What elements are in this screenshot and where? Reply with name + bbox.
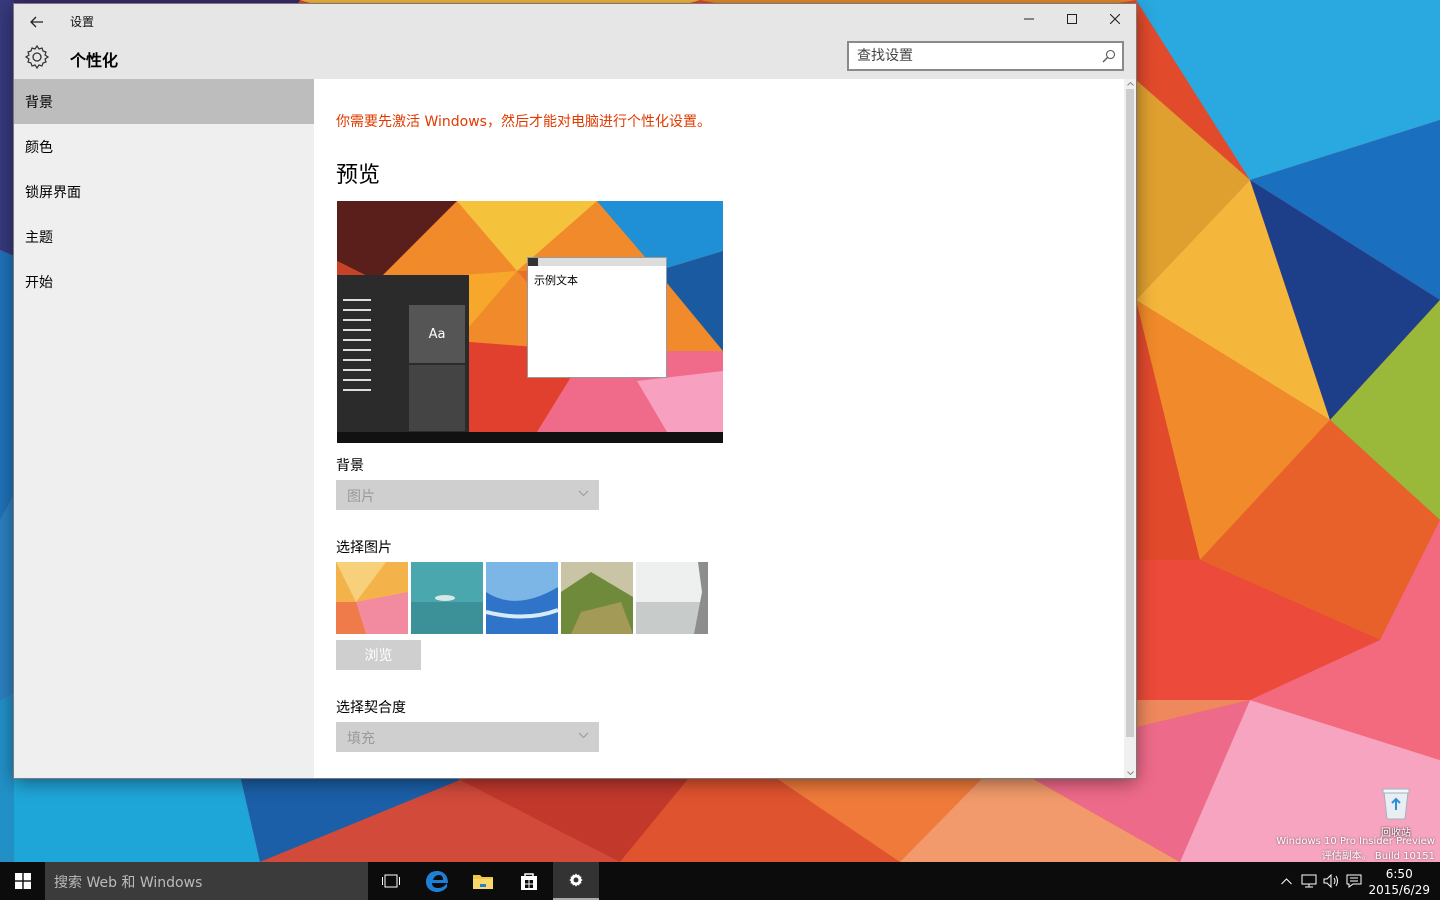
watermark-edition: Windows 10 Pro Insider Preview [1276, 836, 1435, 847]
settings-taskbar-button[interactable] [553, 862, 599, 900]
build-watermark: Windows 10 Pro Insider Preview 评估副本。 Bui… [1276, 834, 1435, 864]
network-button[interactable] [1298, 862, 1320, 900]
sidebar-item-themes[interactable]: 主题 [14, 214, 314, 259]
search-icon[interactable] [1102, 49, 1116, 63]
picture-thumbnail[interactable] [411, 562, 483, 634]
recycle-bin[interactable]: 回收站 [1376, 786, 1416, 839]
action-center-button[interactable] [1343, 862, 1365, 900]
sidebar-item-background[interactable]: 背景 [14, 79, 314, 124]
sidebar-item-label: 背景 [25, 94, 53, 111]
picture-thumbnail[interactable] [636, 562, 708, 634]
sidebar-item-start[interactable]: 开始 [14, 259, 314, 304]
content-pane: 你需要先激活 Windows，然后才能对电脑进行个性化设置。 预览 Aa 示例文… [314, 79, 1136, 778]
preview-image: Aa 示例文本 [337, 201, 723, 443]
file-explorer-icon [473, 875, 493, 889]
sidebar-item-colors[interactable]: 颜色 [14, 124, 314, 169]
taskbar: 搜索 Web 和 Windows 6:50 2015/6/29 [0, 862, 1440, 900]
windows-logo-icon [14, 873, 31, 889]
back-button[interactable] [22, 8, 52, 36]
minimize-icon [1023, 18, 1034, 20]
scroll-up-button[interactable] [1124, 79, 1136, 89]
browse-button[interactable]: 浏览 [336, 640, 421, 670]
maximize-icon [1066, 14, 1077, 24]
preview-heading: 预览 [336, 163, 381, 188]
settings-icon [569, 873, 583, 887]
sidebar-item-label: 锁屏界面 [25, 184, 81, 201]
back-arrow-icon [30, 16, 43, 28]
window-title: 设置 [70, 15, 95, 29]
title-bar: 设置 个性化 [14, 4, 1136, 79]
sidebar: 背景 颜色 锁屏界面 主题 开始 [14, 79, 314, 778]
picture-thumbnails [336, 562, 711, 634]
action-center-icon [1346, 874, 1362, 888]
file-explorer-button[interactable] [460, 862, 506, 900]
show-hidden-icons-button[interactable] [1276, 862, 1296, 900]
picture-thumbnail[interactable] [486, 562, 558, 634]
minimize-button[interactable] [1007, 4, 1050, 34]
volume-icon [1323, 874, 1338, 888]
preview-taskbar [337, 432, 723, 443]
edge-icon [426, 871, 448, 892]
clock-date: 2015/6/29 [1368, 883, 1430, 897]
vertical-scrollbar[interactable] [1124, 79, 1136, 778]
sidebar-item-label: 颜色 [25, 139, 53, 156]
close-button[interactable] [1093, 4, 1136, 34]
volume-button[interactable] [1320, 862, 1342, 900]
clock-time: 6:50 [1385, 867, 1413, 881]
settings-window: 设置 个性化 背景 颜色 锁屏界面 主题 开始 你需要先激活 [14, 4, 1136, 778]
gear-icon [24, 44, 50, 70]
preview-tile-grid [409, 365, 465, 431]
sidebar-item-label: 开始 [25, 274, 53, 291]
choose-picture-label: 选择图片 [336, 540, 392, 556]
chevron-down-icon [578, 732, 589, 739]
edge-button[interactable] [414, 862, 460, 900]
sidebar-item-lock-screen[interactable]: 锁屏界面 [14, 169, 314, 214]
preview-start-menu: Aa [337, 275, 469, 432]
store-icon [521, 873, 537, 890]
network-icon [1301, 874, 1317, 888]
taskbar-search[interactable]: 搜索 Web 和 Windows [45, 862, 368, 900]
recycle-bin-icon [1382, 788, 1410, 820]
chevron-down-icon [578, 490, 589, 497]
start-button[interactable] [0, 862, 45, 900]
background-label: 背景 [336, 458, 364, 474]
background-dropdown[interactable]: 图片 [336, 480, 599, 510]
fit-label: 选择契合度 [336, 700, 406, 716]
picture-thumbnail[interactable] [336, 562, 408, 634]
search-box[interactable] [847, 41, 1124, 71]
preview-sample-window: 示例文本 [527, 257, 667, 378]
window-controls [1007, 4, 1136, 34]
close-icon [1109, 14, 1120, 24]
maximize-button[interactable] [1050, 4, 1093, 34]
scroll-thumb[interactable] [1126, 89, 1134, 737]
sidebar-item-label: 主题 [25, 229, 53, 246]
background-dropdown-value: 图片 [347, 489, 375, 505]
chevron-up-icon [1280, 877, 1292, 884]
task-view-icon [382, 874, 400, 888]
page-title: 个性化 [70, 51, 119, 70]
scroll-down-button[interactable] [1124, 768, 1136, 778]
search-input[interactable] [857, 46, 1087, 66]
picture-thumbnail[interactable] [561, 562, 633, 634]
preview-app-list [343, 299, 371, 399]
fit-dropdown-value: 填充 [347, 731, 375, 747]
fit-dropdown[interactable]: 填充 [336, 722, 599, 752]
clock[interactable]: 6:50 2015/6/29 [1368, 866, 1430, 898]
store-button[interactable] [506, 862, 552, 900]
preview-sample-text: 示例文本 [534, 274, 578, 287]
task-view-button[interactable] [368, 862, 414, 900]
activation-warning: 你需要先激活 Windows，然后才能对电脑进行个性化设置。 [336, 114, 711, 130]
preview-tile: Aa [409, 305, 465, 363]
